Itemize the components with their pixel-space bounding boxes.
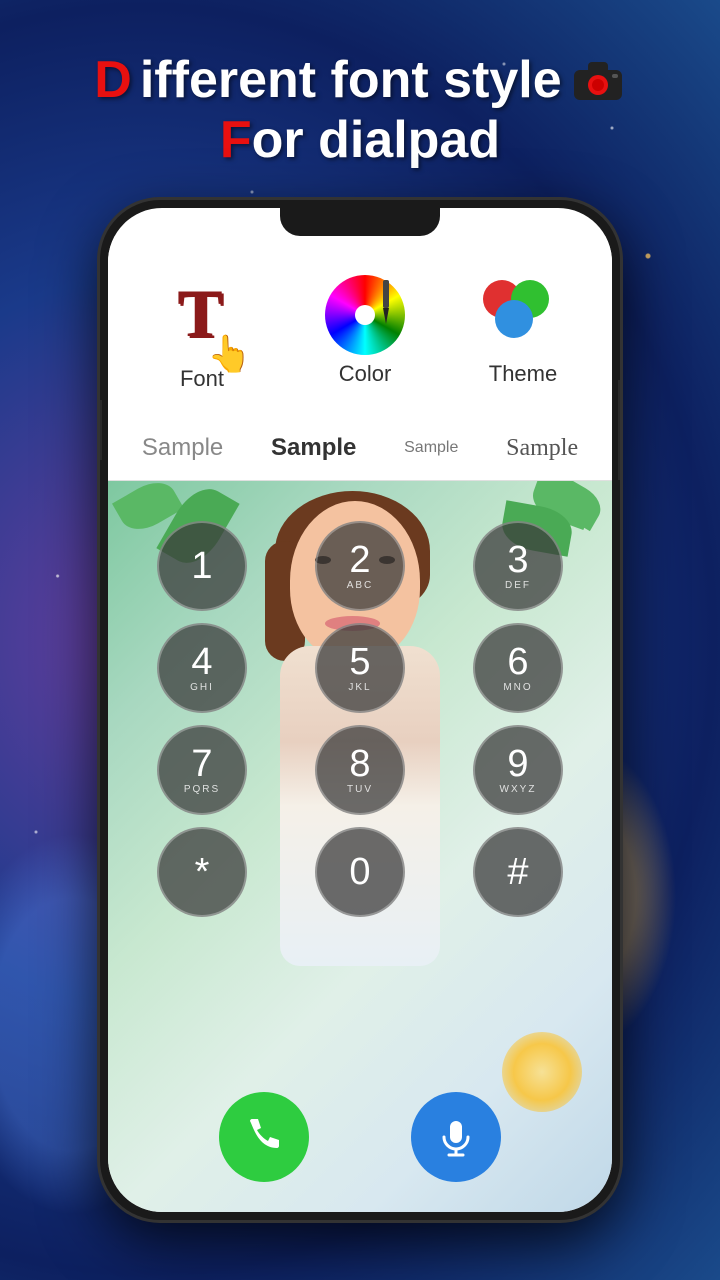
title-line2: For dialpad [220,110,500,170]
title-rest1: ifferent font style [140,50,562,110]
dialpad-row-3: 7 PQRS 8 TUV 9 WXYZ [123,725,597,815]
dial-num-star: * [195,853,210,891]
theme-circle-blue [495,300,533,338]
phone-mockup: T 👆 Font Color [100,200,620,1220]
title-d-letter: D [94,50,132,110]
phone-screen: T 👆 Font Color [108,208,612,1212]
dial-num-9: 9 [507,745,528,783]
title-area: Different font style For dialpad [0,0,720,220]
volume-button-left [100,400,102,460]
theme-label: Theme [489,361,557,387]
dial-btn-8[interactable]: 8 TUV [315,725,405,815]
dialpad-row-1: 1 2 ABC 3 DEF [123,521,597,611]
color-picker-icon [375,280,397,324]
dial-sub-7: PQRS [184,784,220,795]
dial-btn-hash[interactable]: # [473,827,563,917]
sample-light: Sample [142,434,223,462]
toolbar-theme[interactable]: Theme [483,275,563,387]
sample-serif: Sample [506,435,578,462]
sample-bold: Sample [271,434,356,462]
color-wheel-container [325,275,405,355]
dial-btn-6[interactable]: 6 MNO [473,623,563,713]
font-samples-row: Sample Sample Sample Sample [108,416,612,481]
mic-button[interactable] [411,1092,501,1182]
dial-num-8: 8 [349,745,370,783]
dial-num-3: 3 [507,541,528,579]
toolbar-color[interactable]: Color [325,275,405,387]
dial-num-5: 5 [349,643,370,681]
sample-small: Sample [404,439,458,457]
dial-sub-9: WXYZ [500,784,537,795]
dial-num-0: 0 [349,853,370,891]
toolbar-font[interactable]: T 👆 Font [157,270,247,392]
mic-icon [434,1115,478,1159]
title-rest2: or dialpad [252,111,500,169]
dial-btn-4[interactable]: 4 GHI [157,623,247,713]
color-label: Color [339,361,392,387]
dial-sub-4: GHI [190,682,214,693]
dial-btn-7[interactable]: 7 PQRS [157,725,247,815]
hand-cursor-icon: 👆 [207,333,252,375]
dialpad-grid: 1 2 ABC 3 DEF 4 GHI [108,521,612,929]
dial-num-1: 1 [191,547,212,585]
dial-btn-0[interactable]: 0 [315,827,405,917]
font-icon-wrapper: T 👆 [157,270,247,360]
title-line1: Different font style [94,50,625,110]
dial-sub-2: ABC [347,580,374,591]
bottom-actions [108,1092,612,1182]
phone-notch [280,208,440,236]
dial-btn-star[interactable]: * [157,827,247,917]
dial-num-2: 2 [349,541,370,579]
dialpad-row-4: * 0 # [123,827,597,917]
toolbar: T 👆 Font Color [108,236,612,416]
dial-sub-6: MNO [503,682,532,693]
camera-icon [570,58,626,102]
dial-sub-8: TUV [347,784,373,795]
power-button-right [618,380,620,480]
dial-sub-5: JKL [348,682,371,693]
dial-num-4: 4 [191,643,212,681]
dial-btn-9[interactable]: 9 WXYZ [473,725,563,815]
dial-num-6: 6 [507,643,528,681]
dial-btn-2[interactable]: 2 ABC [315,521,405,611]
phone-icon [242,1115,286,1159]
call-button[interactable] [219,1092,309,1182]
dial-btn-3[interactable]: 3 DEF [473,521,563,611]
color-wheel-center [355,305,375,325]
dial-btn-5[interactable]: 5 JKL [315,623,405,713]
theme-icon-wrapper [483,275,563,355]
title-f-letter: F [220,111,252,169]
dial-sub-3: DEF [505,580,531,591]
theme-circles [483,280,563,350]
dial-num-7: 7 [191,745,212,783]
dialpad-background: 1 2 ABC 3 DEF 4 GHI [108,481,612,1212]
dial-btn-1[interactable]: 1 [157,521,247,611]
dial-num-hash: # [507,853,528,891]
dialpad-row-2: 4 GHI 5 JKL 6 MNO [123,623,597,713]
